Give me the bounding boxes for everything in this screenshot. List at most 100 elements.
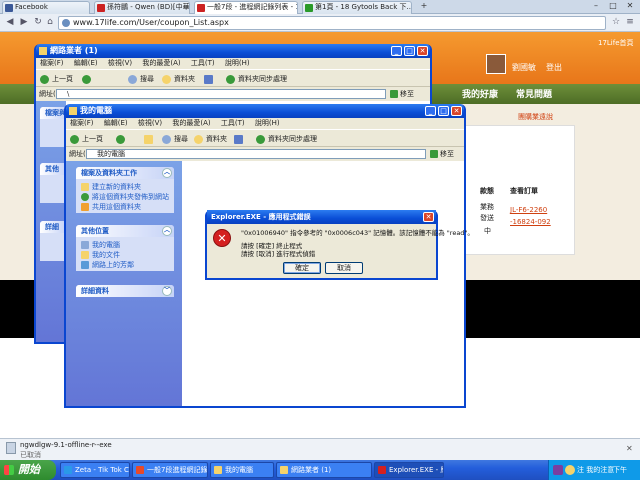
menu-view[interactable]: 檢視(V): [138, 119, 162, 127]
menu-favorites[interactable]: 我的最愛(A): [142, 59, 180, 67]
col-header-order: 查看訂單: [510, 187, 538, 195]
views-button[interactable]: [204, 74, 216, 84]
new-tab-button[interactable]: +: [416, 1, 432, 12]
chevron-down-icon[interactable]: ﹀: [162, 286, 172, 296]
reload-icon[interactable]: ↻: [32, 17, 44, 29]
wrench-icon[interactable]: ≡: [624, 17, 636, 29]
panel-title[interactable]: 檔案及資料夾工作 ︿: [76, 167, 174, 179]
minimize-icon[interactable]: _: [391, 46, 402, 56]
logout-link[interactable]: 登出: [546, 62, 562, 73]
place-my-documents[interactable]: 我的文件: [81, 250, 169, 260]
tab-label: Facebook: [15, 3, 48, 11]
error-message: "0x01006940" 指令參考的 "0x0006c043" 記憶體。該記憶體…: [241, 229, 474, 237]
cancel-button[interactable]: 取消: [325, 262, 363, 274]
site-home-link[interactable]: 17Life首頁: [598, 38, 634, 48]
panel-title[interactable]: 其他位置 ︿: [76, 225, 174, 237]
browser-icon: [136, 466, 144, 474]
facebook-favicon-icon: [5, 4, 13, 12]
notification-icon[interactable]: [565, 465, 575, 475]
place-my-computer[interactable]: 我的電腦: [81, 240, 169, 250]
maximize-icon[interactable]: □: [404, 46, 415, 56]
sync-icon: [256, 135, 265, 144]
menu-tools[interactable]: 工具(T): [221, 119, 245, 127]
panel-title[interactable]: 詳細: [40, 221, 66, 233]
menu-help[interactable]: 說明(H): [225, 59, 250, 67]
browser-tab-video[interactable]: 孫符鵬 - Qwen (BD)[中華字幕...: [94, 1, 190, 14]
views-button[interactable]: [234, 134, 246, 144]
order-link[interactable]: -16824-092: [510, 218, 551, 226]
nav-faq[interactable]: 常見問題: [516, 87, 552, 100]
task-new-folder[interactable]: 建立新的資料夾: [81, 182, 169, 192]
taskbar-item-explorer-error[interactable]: Explorer.EXE - 應用...: [374, 462, 444, 478]
menu-view[interactable]: 檢視(V): [108, 59, 132, 67]
panel-title[interactable]: 詳細資料 ﹀: [76, 285, 174, 297]
close-icon[interactable]: ✕: [626, 444, 633, 453]
address-field[interactable]: 我的電腦: [86, 149, 426, 159]
menu-file[interactable]: 檔案(F): [40, 59, 64, 67]
maximize-icon[interactable]: □: [438, 106, 449, 116]
dialog-titlebar[interactable]: Explorer.EXE - 應用程式錯誤 ✕: [207, 210, 436, 224]
ok-button[interactable]: 確定: [283, 262, 321, 274]
maximize-icon[interactable]: □: [605, 1, 621, 12]
star-icon[interactable]: ☆: [610, 17, 622, 29]
chevron-up-icon[interactable]: ︿: [162, 168, 172, 178]
taskbar-item-network[interactable]: 網路業者 (1): [276, 462, 372, 478]
panel-title[interactable]: 其他: [40, 163, 66, 175]
back-button[interactable]: 上一頁: [40, 74, 73, 84]
error-instruction-ok: 請按 [確定] 終止程式: [241, 242, 303, 250]
menu-edit[interactable]: 編輯(E): [74, 59, 98, 67]
sync-button[interactable]: 資料夾同步處理: [226, 74, 287, 84]
back-button[interactable]: 上一頁: [70, 134, 103, 144]
publish-web-icon: [81, 193, 89, 201]
nav-my-deals[interactable]: 我的好康: [462, 87, 498, 100]
minimize-icon[interactable]: –: [588, 1, 604, 12]
sync-button[interactable]: 資料夾同步處理: [256, 134, 317, 144]
close-icon[interactable]: ✕: [417, 46, 428, 56]
folders-button[interactable]: 資料夾: [194, 134, 227, 144]
browser-tab-facebook[interactable]: Facebook: [2, 1, 90, 14]
folder-icon: [280, 466, 288, 474]
forward-arrow-icon[interactable]: ▶: [18, 17, 30, 29]
tab-label: 第1頁 - 18 Gytools Back 下...: [315, 3, 412, 11]
folder-icon: [39, 47, 47, 55]
close-icon[interactable]: ✕: [423, 212, 434, 222]
close-icon[interactable]: ✕: [622, 1, 638, 12]
menu-file[interactable]: 檔案(F): [70, 119, 94, 127]
home-icon[interactable]: ⌂: [44, 17, 56, 29]
menu-tools[interactable]: 工具(T): [191, 59, 215, 67]
browser-tab-17life[interactable]: 一般7段 - 進程網記錄列表 - 17LIFE: [194, 1, 298, 14]
task-publish-web[interactable]: 將這個資料夾發佈到網站: [81, 192, 169, 202]
panel-title[interactable]: 檔案與: [40, 107, 66, 119]
taskbar-item-my-computer[interactable]: 我的電腦: [210, 462, 274, 478]
menu-edit[interactable]: 編輯(E): [104, 119, 128, 127]
download-filename[interactable]: ngwdlgw-9.1-offline-r--exe: [20, 441, 112, 449]
window-titlebar[interactable]: 我的電腦 _ □ ✕: [66, 104, 464, 118]
task-share-folder[interactable]: 共用這個資料夾: [81, 202, 169, 212]
window-titlebar[interactable]: 網路業者 (1) _ □ ✕: [36, 44, 430, 58]
menu-help[interactable]: 說明(H): [255, 119, 280, 127]
forward-button[interactable]: [82, 74, 94, 84]
address-field[interactable]: \: [56, 89, 386, 99]
menu-favorites[interactable]: 我的最愛(A): [172, 119, 210, 127]
taskbar-item-chat[interactable]: Zeta - Tik Tok Chat...: [60, 462, 130, 478]
user-name[interactable]: 劉國敏: [512, 62, 536, 73]
language-icon[interactable]: [553, 465, 563, 475]
browser-tab-download[interactable]: 第1頁 - 18 Gytools Back 下...: [302, 1, 412, 14]
go-button[interactable]: 移至: [430, 149, 454, 159]
up-folder-button[interactable]: [144, 134, 156, 144]
taskbar-item-browser[interactable]: 一般7段進程網記錄...: [132, 462, 208, 478]
minimize-icon[interactable]: _: [425, 106, 436, 116]
forward-button[interactable]: [116, 134, 128, 144]
chevron-up-icon[interactable]: ︿: [162, 226, 172, 236]
folders-button[interactable]: 資料夾: [162, 74, 195, 84]
go-button[interactable]: 移至: [390, 89, 414, 99]
url-bar[interactable]: www.17life.com/User/coupon_List.aspx: [58, 16, 606, 30]
start-button[interactable]: 開始: [0, 460, 56, 480]
back-arrow-icon[interactable]: ◀: [4, 17, 16, 29]
search-button[interactable]: 搜尋: [128, 74, 154, 84]
promo-link[interactable]: 團購業遠說: [518, 112, 553, 122]
search-button[interactable]: 搜尋: [162, 134, 188, 144]
close-icon[interactable]: ✕: [451, 106, 462, 116]
order-link[interactable]: JL-F6-2260: [510, 206, 547, 214]
place-network[interactable]: 網路上的芳鄰: [81, 260, 169, 270]
